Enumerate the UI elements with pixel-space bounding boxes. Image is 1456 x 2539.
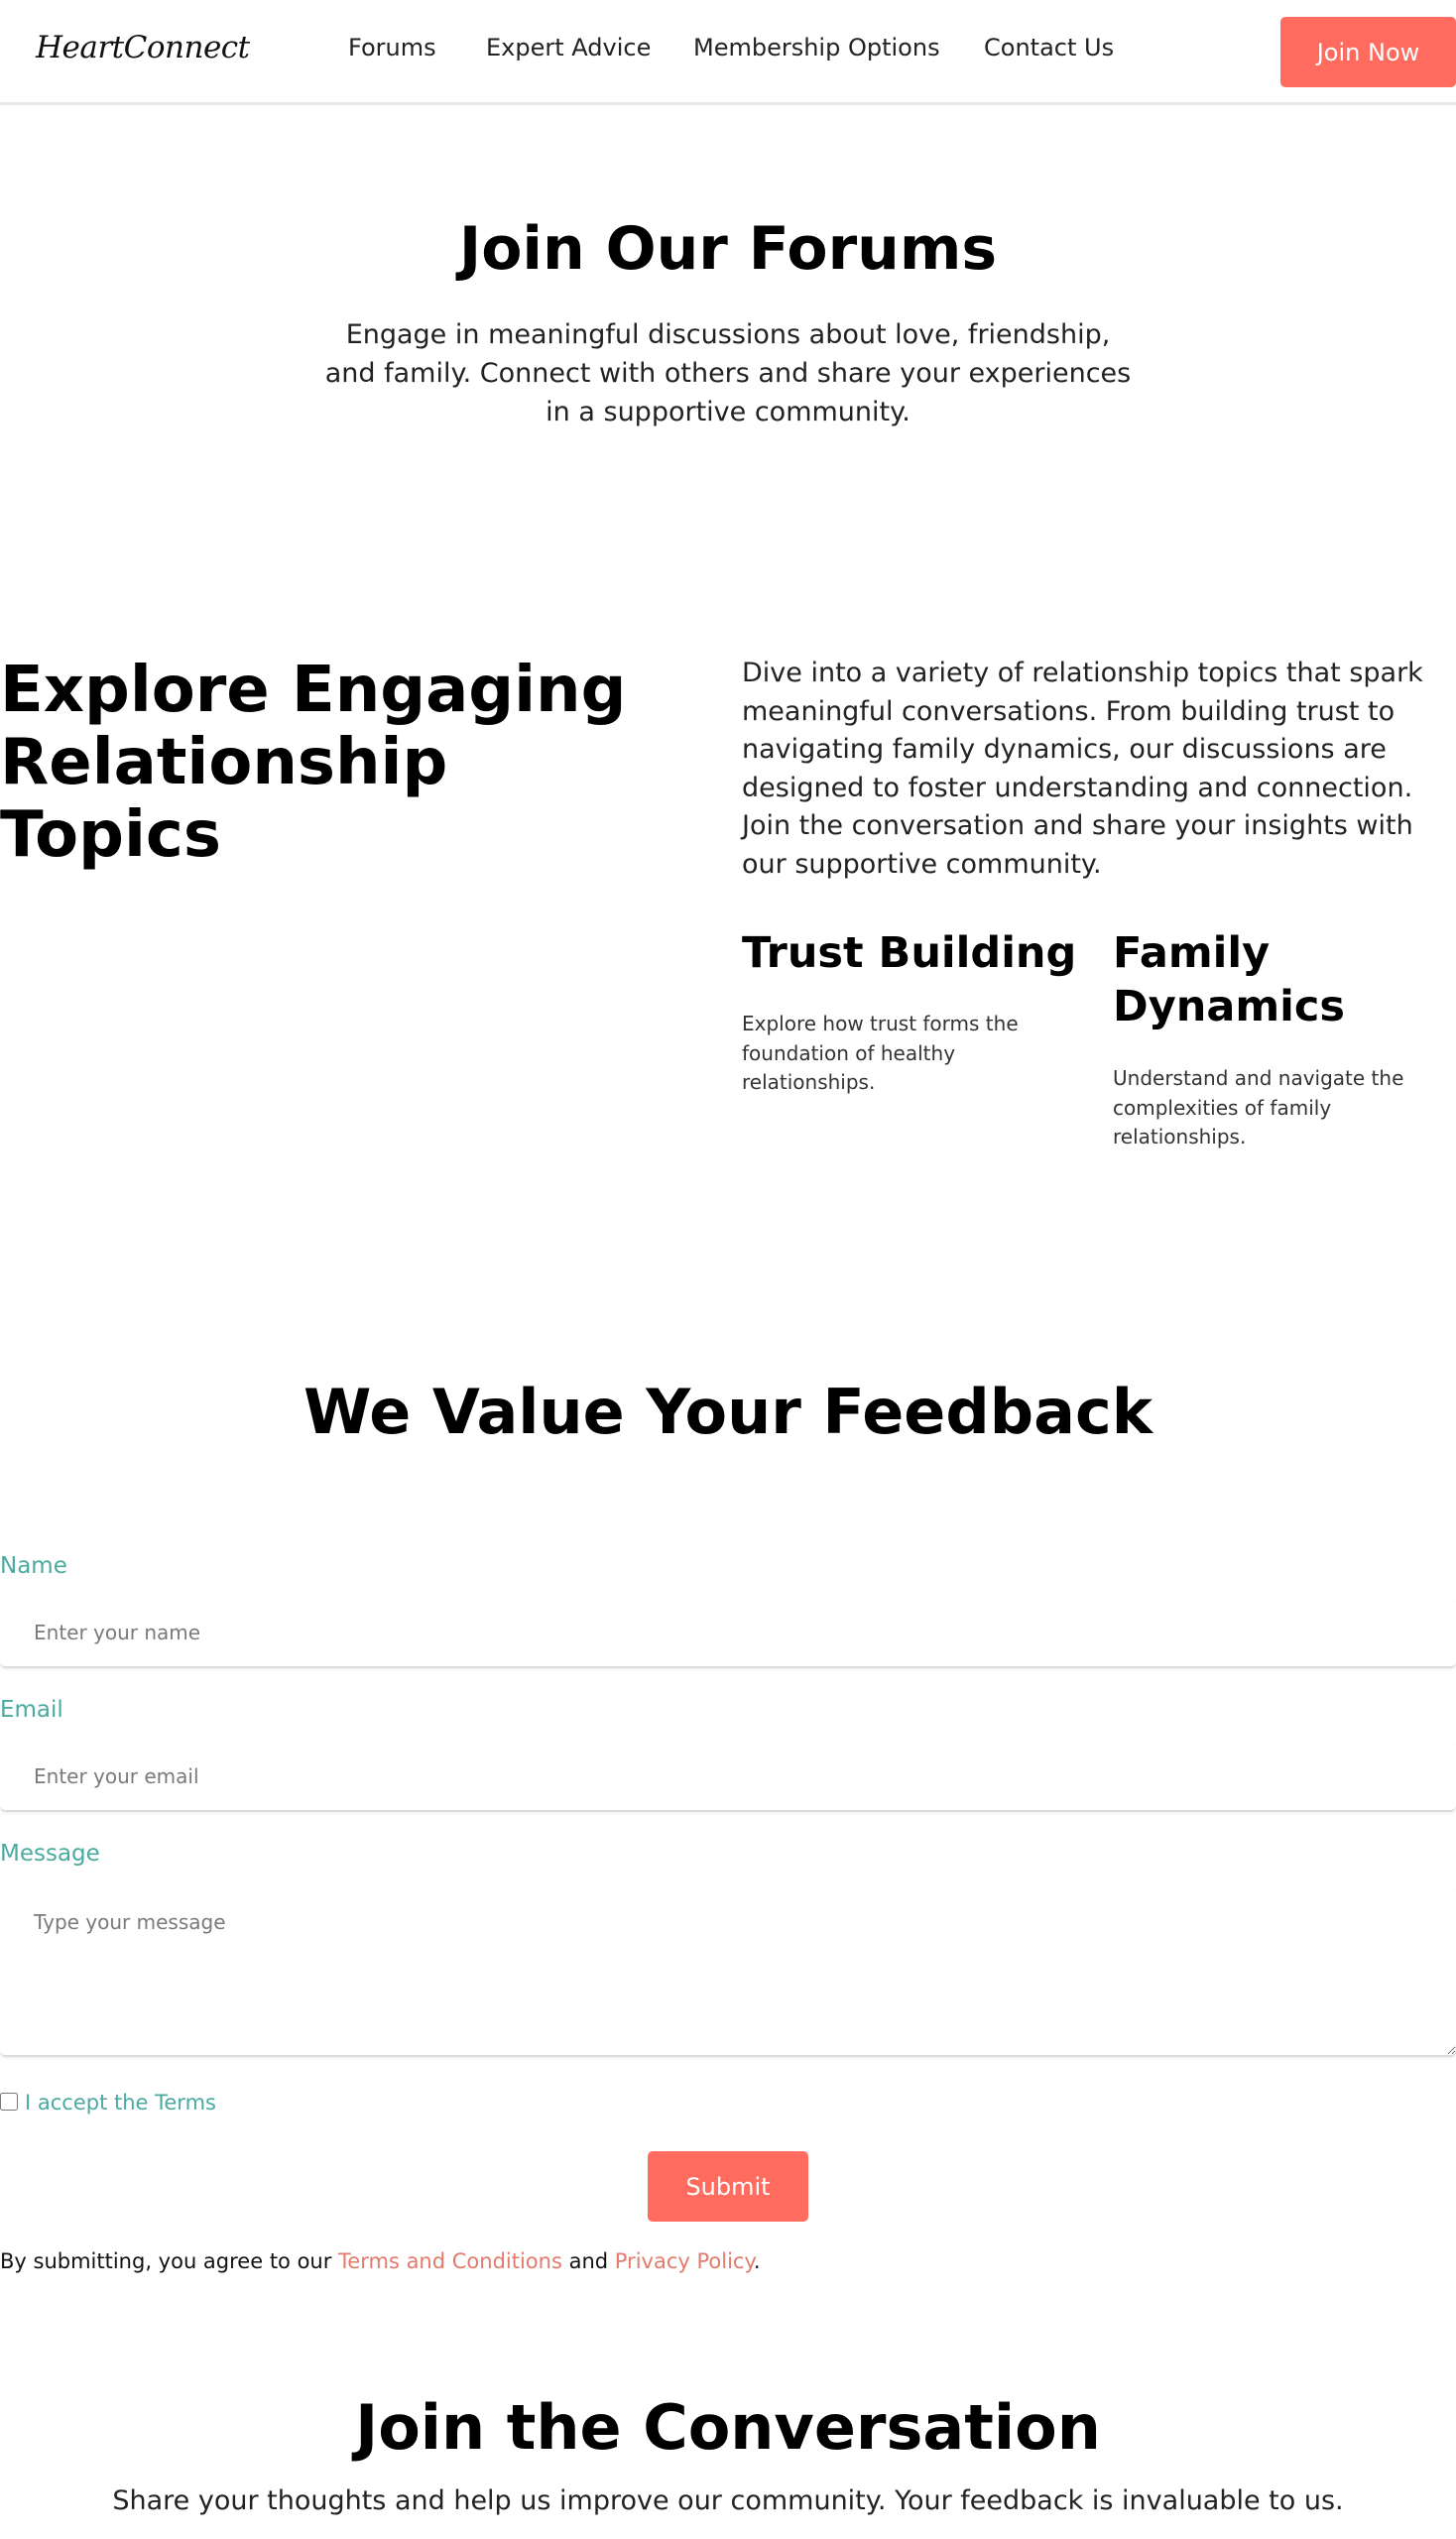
join-now-button[interactable]: Join Now (1280, 17, 1456, 87)
nav-link-contact-us[interactable]: Contact Us (984, 34, 1114, 61)
page: HeartConnect Forums Expert Advice Member… (0, 0, 1456, 2539)
hero-title: Join Our Forums (458, 214, 998, 284)
email-label: Email (0, 1697, 63, 1723)
topics-title: Explore Engaging Relationship Topics (0, 654, 627, 872)
legal-prefix: By submitting, you agree to our (0, 2249, 339, 2273)
nav-link-forums[interactable]: Forums (348, 34, 436, 61)
card-text-trust-building: Explore how trust forms the foundation o… (742, 1012, 1019, 1094)
nav-link-expert-advice[interactable]: Expert Advice (486, 34, 651, 61)
email-input[interactable] (0, 1743, 1456, 1812)
legal-and: and (561, 2249, 615, 2273)
feedback-title: We Value Your Feedback (303, 1376, 1153, 1448)
card-title-trust-building: Trust Building (742, 928, 1077, 978)
privacy-link[interactable]: Privacy Policy (615, 2249, 754, 2273)
name-label: Name (0, 1553, 67, 1579)
terms-checkbox[interactable] (0, 2093, 18, 2111)
card-title-family-dynamics: Family Dynamics (1113, 928, 1345, 1031)
message-textarea[interactable] (0, 1886, 1456, 2057)
legal-suffix: . (753, 2249, 761, 2273)
nav-link-membership-options[interactable]: Membership Options (693, 34, 940, 61)
conversation-title: Join the Conversation (355, 2391, 1101, 2464)
conversation-text: Share your thoughts and help us improve … (112, 2485, 1344, 2516)
legal-notice: By submitting, you agree to our Terms an… (0, 2249, 761, 2273)
top-nav: HeartConnect Forums Expert Advice Member… (0, 0, 1456, 105)
card-text-family-dynamics: Understand and navigate the complexities… (1113, 1066, 1404, 1149)
name-input[interactable] (0, 1599, 1456, 1668)
message-label: Message (0, 1841, 100, 1867)
logo[interactable]: HeartConnect (36, 30, 250, 65)
submit-button[interactable]: Submit (648, 2151, 808, 2222)
terms-label[interactable]: I accept the Terms (25, 2091, 216, 2115)
topics-text: Dive into a variety of relationship topi… (742, 658, 1423, 880)
hero-text: Engage in meaningful discussions about l… (324, 319, 1132, 427)
terms-link[interactable]: Terms and Conditions (338, 2249, 562, 2273)
